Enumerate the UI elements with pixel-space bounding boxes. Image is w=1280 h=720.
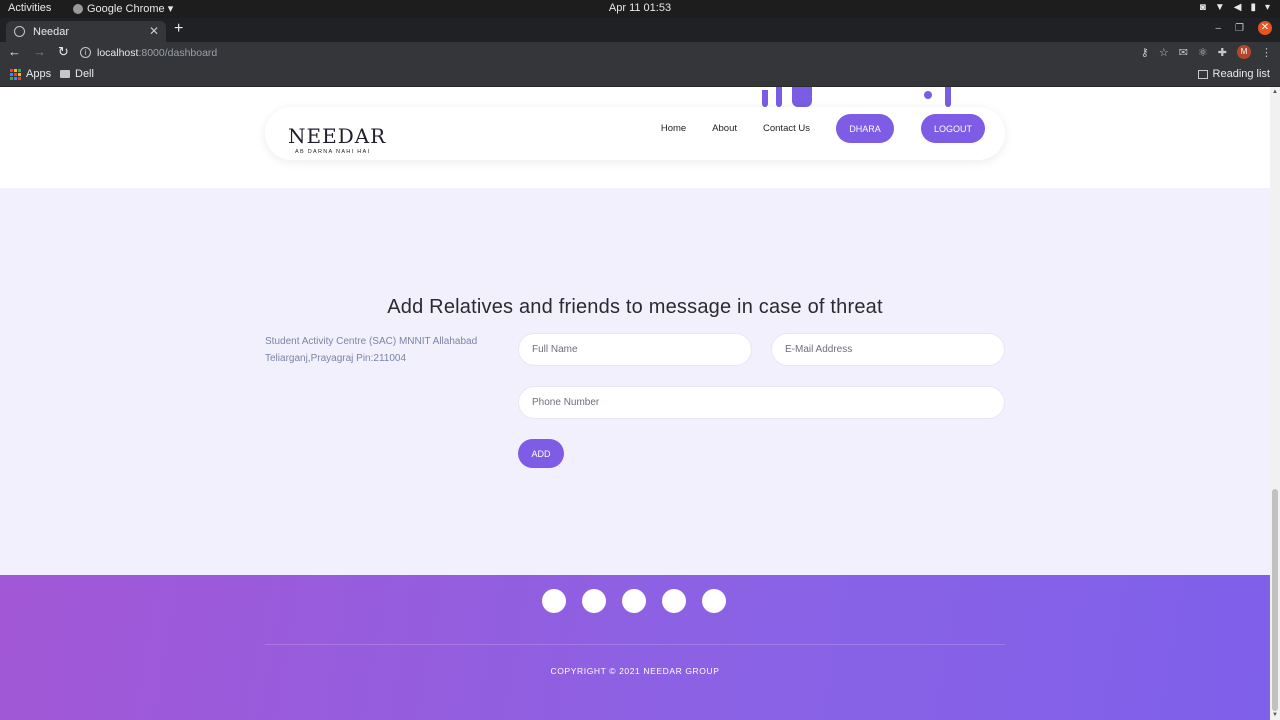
discord-icon: ◙	[1199, 2, 1206, 13]
star-icon[interactable]: ☆	[1159, 46, 1169, 59]
github-icon[interactable]	[702, 589, 726, 613]
hero-illustration-bar	[762, 90, 768, 107]
scroll-up-icon[interactable]: ▲	[1272, 89, 1278, 95]
main-nav: Home About Contact Us DHARA LOGOUT	[661, 114, 985, 143]
site-info-icon[interactable]: i	[80, 47, 91, 58]
scrollbar-thumb[interactable]	[1272, 489, 1278, 711]
hero-illustration-bar	[776, 87, 782, 107]
page-scrollbar[interactable]: ▲ ▼	[1270, 87, 1280, 720]
volume-icon: ◀	[1233, 2, 1242, 13]
url-path: :8000/dashboard	[138, 46, 218, 59]
twitter-icon[interactable]	[582, 589, 606, 613]
back-icon[interactable]: ←	[8, 44, 21, 60]
react-devtools-icon[interactable]: ⚛	[1198, 46, 1208, 59]
bookmarks-bar: Apps Dell Reading list	[0, 63, 1280, 87]
bookmark-dell[interactable]: Dell	[60, 68, 94, 80]
clock[interactable]: Apr 11 01:53	[0, 2, 1280, 14]
reading-list-button[interactable]: Reading list	[1197, 68, 1270, 80]
nav-home-link[interactable]: Home	[661, 123, 686, 134]
add-button[interactable]: ADD	[518, 439, 564, 468]
tab-needar[interactable]: Needar ✕	[6, 21, 166, 42]
system-tray[interactable]: ◙ ▼ ◀ ▮ ▾	[1200, 2, 1270, 13]
tab-title: Needar	[33, 25, 70, 38]
logo-name: NEEDAR	[288, 124, 387, 148]
nav-about-link[interactable]: About	[712, 123, 737, 134]
os-top-bar: Activities Google Chrome ▾ Apr 11 01:53 …	[0, 0, 1280, 18]
minimize-button[interactable]: –	[1215, 23, 1221, 34]
facebook-icon[interactable]	[542, 589, 566, 613]
globe-icon	[14, 26, 25, 37]
key-icon[interactable]: ⚷	[1141, 46, 1149, 59]
toolbar-icons: ⚷ ☆ ✉ ⚛ ✚ M ⋮	[1141, 45, 1272, 59]
full-name-input[interactable]: Full Name	[518, 333, 752, 366]
reload-icon[interactable]: ↻	[58, 44, 69, 60]
folder-icon	[60, 70, 70, 78]
social-links	[542, 589, 726, 613]
window-close-button[interactable]: ✕	[1258, 21, 1272, 35]
scroll-down-icon[interactable]: ▼	[1272, 712, 1278, 718]
app-menu-label: Google Chrome ▾	[87, 3, 174, 15]
address-bar[interactable]: i localhost:8000/dashboard	[74, 43, 1168, 62]
profile-avatar[interactable]: M	[1237, 45, 1251, 59]
hero-illustration-dot	[924, 91, 932, 99]
new-tab-button[interactable]: +	[174, 20, 183, 38]
bookmark-apps-label: Apps	[26, 68, 52, 80]
browser-toolbar: ← → ↻ i localhost:8000/dashboard ⚷ ☆ ✉ ⚛…	[0, 42, 1280, 63]
app-menu[interactable]: Google Chrome ▾	[73, 2, 173, 15]
add-contact-section: Add Relatives and friends to message in …	[0, 188, 1270, 575]
nav-contact-link[interactable]: Contact Us	[763, 123, 810, 134]
menu-icon[interactable]: ⋮	[1261, 46, 1272, 59]
email-input[interactable]: E-Mail Address	[771, 333, 1005, 366]
window-controls: – ❐ ✕	[1215, 21, 1272, 35]
nav-buttons: ← → ↻	[8, 44, 69, 60]
site-header: NEEDAR AB DARNA NAHI HAI Home About Cont…	[265, 107, 1005, 160]
instagram-icon[interactable]	[622, 589, 646, 613]
url-host: localhost	[97, 46, 139, 59]
address-block: Student Activity Centre (SAC) MNNIT Alla…	[265, 333, 477, 367]
extensions-icon[interactable]: ✚	[1218, 46, 1227, 59]
reading-list-label: Reading list	[1212, 68, 1270, 80]
wifi-icon: ▼	[1214, 2, 1225, 13]
logout-button[interactable]: LOGOUT	[921, 114, 985, 143]
section-heading: Add Relatives and friends to message in …	[387, 296, 883, 318]
address-line-1: Student Activity Centre (SAC) MNNIT Alla…	[265, 336, 478, 347]
bookmark-dell-label: Dell	[75, 68, 94, 80]
chrome-icon	[73, 3, 83, 14]
site-footer: COPYRIGHT © 2021 NEEDAR GROUP	[0, 575, 1270, 720]
page-viewport: NEEDAR AB DARNA NAHI HAI Home About Cont…	[0, 87, 1270, 720]
mail-icon[interactable]: ✉	[1179, 46, 1188, 59]
phone-input[interactable]: Phone Number	[518, 386, 1005, 419]
site-logo[interactable]: NEEDAR AB DARNA NAHI HAI	[288, 124, 386, 155]
linkedin-icon[interactable]	[662, 589, 686, 613]
address-line-2: Teliarganj,Prayagraj Pin:211004	[265, 353, 407, 364]
reading-list-icon	[1197, 69, 1208, 79]
logo-tagline: AB DARNA NAHI HAI	[295, 149, 371, 155]
copyright-text: COPYRIGHT © 2021 NEEDAR GROUP	[550, 666, 720, 676]
forward-icon[interactable]: →	[33, 44, 46, 60]
activities-button[interactable]: Activities	[8, 2, 51, 14]
hero-illustration-bar	[945, 87, 951, 107]
apps-grid-icon	[10, 68, 21, 80]
close-tab-button[interactable]: ✕	[149, 24, 159, 38]
bookmark-apps[interactable]: Apps	[10, 68, 51, 80]
user-button[interactable]: DHARA	[836, 114, 894, 143]
hero-illustration-bar	[792, 87, 812, 107]
battery-icon: ▮	[1250, 2, 1256, 13]
tab-strip: Needar ✕ + – ❐ ✕	[0, 18, 1280, 42]
chevron-down-icon: ▾	[1264, 2, 1270, 13]
footer-divider	[265, 644, 1005, 645]
restore-button[interactable]: ❐	[1235, 23, 1244, 34]
